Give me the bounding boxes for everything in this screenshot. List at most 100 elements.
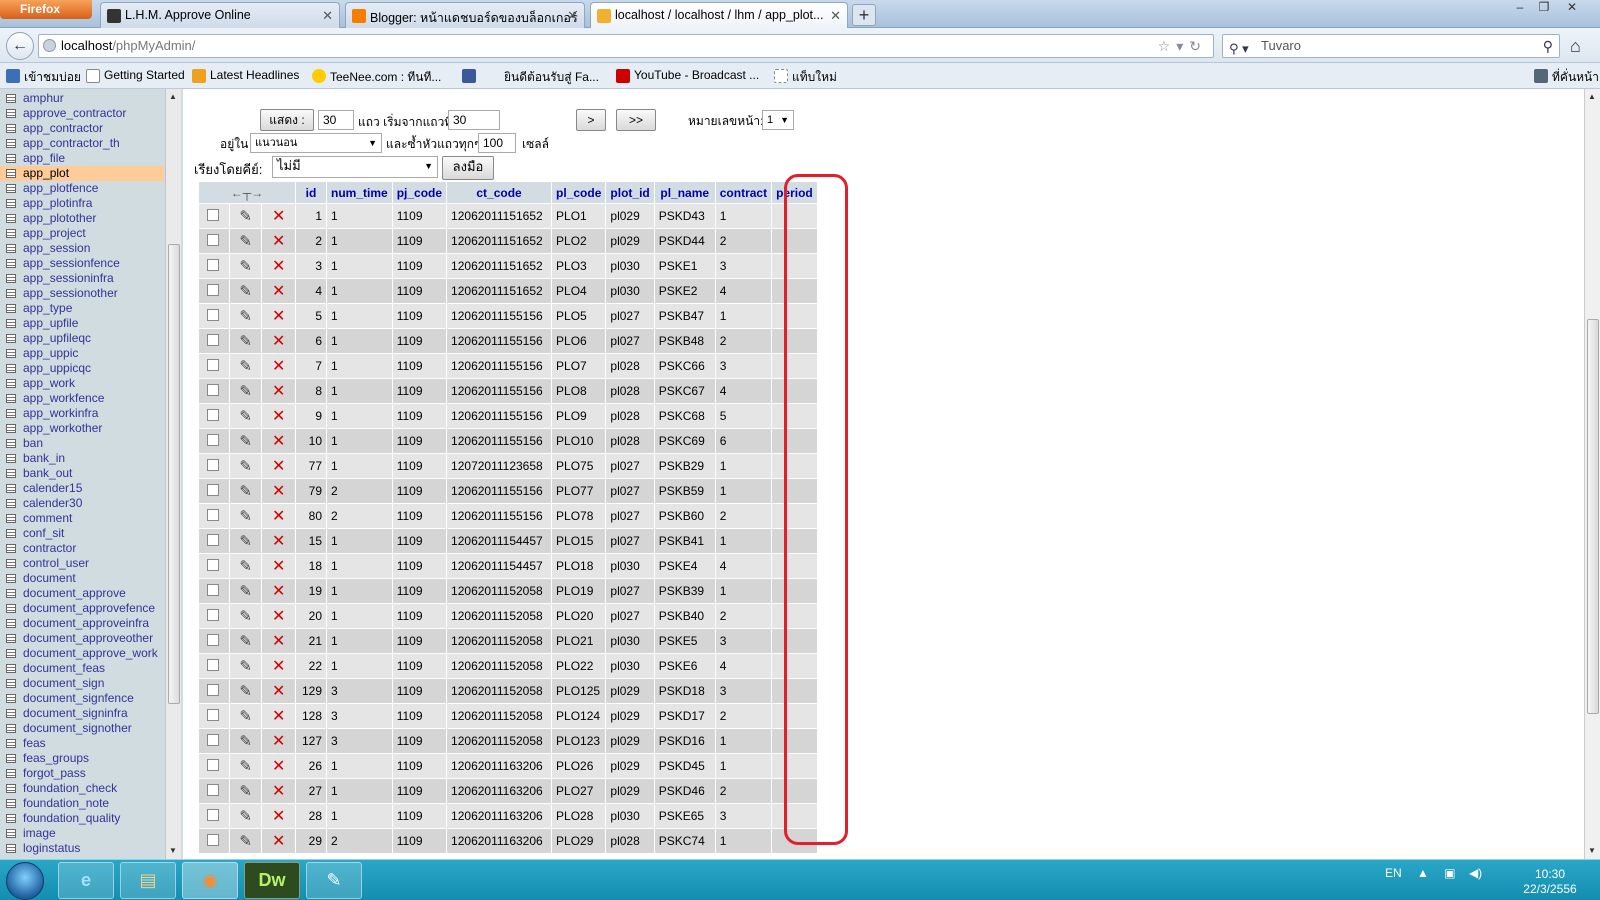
pencil-icon[interactable]: ✎: [239, 507, 252, 525]
sidebar-item-app-session[interactable]: app_session: [0, 241, 164, 256]
table-icon[interactable]: [6, 694, 16, 703]
sidebar-item-app-work[interactable]: app_work: [0, 376, 164, 391]
language-indicator[interactable]: EN: [1385, 866, 1402, 880]
row-checkbox[interactable]: [207, 283, 219, 296]
url-bar[interactable]: localhost/phpMyAdmin/ ☆▾↻: [38, 34, 1214, 58]
delete-icon[interactable]: ✕: [272, 756, 285, 776]
next-page-button[interactable]: >: [576, 109, 606, 131]
table-icon[interactable]: [6, 709, 16, 718]
sidebar-item-document-approveinfra[interactable]: document_approveinfra: [0, 616, 164, 631]
bookmark-most-visited[interactable]: เข้าชมบ่อย: [6, 68, 81, 84]
sidebar-item-document[interactable]: document: [0, 571, 164, 586]
column-header-pl-code[interactable]: pl_code: [552, 182, 606, 203]
sidebar-item-app-uppicqc[interactable]: app_uppicqc: [0, 361, 164, 376]
scroll-down-icon[interactable]: ▼: [1588, 846, 1596, 855]
delete-icon[interactable]: ✕: [272, 281, 285, 301]
pencil-icon[interactable]: ✎: [239, 582, 252, 600]
clock[interactable]: 10:30 22/3/2556: [1510, 867, 1590, 897]
table-icon[interactable]: [6, 244, 16, 253]
sidebar-item-conf-sit[interactable]: conf_sit: [0, 526, 164, 541]
table-icon[interactable]: [6, 259, 16, 268]
pencil-icon[interactable]: ✎: [239, 457, 252, 475]
sidebar-item-document-approveother[interactable]: document_approveother: [0, 631, 164, 646]
column-header-plot-id[interactable]: plot_id: [606, 182, 654, 203]
pencil-icon[interactable]: ✎: [239, 407, 252, 425]
new-tab-button[interactable]: +: [852, 4, 876, 26]
delete-icon[interactable]: ✕: [272, 456, 285, 476]
dreamweaver-icon[interactable]: Dw: [244, 862, 300, 899]
sidebar-item-app-project[interactable]: app_project: [0, 226, 164, 241]
search-engine-icon[interactable]: ⚲ ▾: [1229, 38, 1249, 60]
main-scrollbar[interactable]: ▲ ▼: [1584, 89, 1600, 859]
row-checkbox[interactable]: [207, 758, 219, 771]
row-checkbox[interactable]: [207, 608, 219, 621]
search-icon[interactable]: ⚲: [1543, 35, 1553, 57]
sidebar-item-app-sessionfence[interactable]: app_sessionfence: [0, 256, 164, 271]
sidebar-item-foundation-check[interactable]: foundation_check: [0, 781, 164, 796]
internet-explorer-icon[interactable]: e: [58, 862, 114, 899]
network-icon[interactable]: ▣: [1444, 866, 1455, 880]
close-icon[interactable]: ✕: [322, 8, 333, 24]
table-icon[interactable]: [6, 424, 16, 433]
sidebar-item-comment[interactable]: comment: [0, 511, 164, 526]
table-icon[interactable]: [6, 214, 16, 223]
table-icon[interactable]: [6, 334, 16, 343]
table-icon[interactable]: [6, 409, 16, 418]
star-icon[interactable]: ☆: [1158, 38, 1177, 54]
row-checkbox[interactable]: [207, 683, 219, 696]
sidebar-item-app-plotinfra[interactable]: app_plotinfra: [0, 196, 164, 211]
table-icon[interactable]: [6, 154, 16, 163]
sidebar-item-app-contractor-th[interactable]: app_contractor_th: [0, 136, 164, 151]
delete-icon[interactable]: ✕: [272, 381, 285, 401]
delete-icon[interactable]: ✕: [272, 681, 285, 701]
delete-icon[interactable]: ✕: [272, 831, 285, 851]
delete-icon[interactable]: ✕: [272, 331, 285, 351]
pencil-icon[interactable]: ✎: [239, 332, 252, 350]
table-icon[interactable]: [6, 589, 16, 598]
row-checkbox[interactable]: [207, 408, 219, 421]
delete-icon[interactable]: ✕: [272, 806, 285, 826]
table-icon[interactable]: [6, 604, 16, 613]
row-checkbox[interactable]: [207, 458, 219, 471]
volume-icon[interactable]: ◀): [1469, 866, 1482, 880]
sidebar-item-app-plot[interactable]: app_plot: [0, 166, 164, 181]
rows-input[interactable]: 30: [318, 110, 354, 130]
sidebar-item-calender15[interactable]: calender15: [0, 481, 164, 496]
sidebar-item-app-type[interactable]: app_type: [0, 301, 164, 316]
table-icon[interactable]: [6, 139, 16, 148]
table-icon[interactable]: [6, 679, 16, 688]
sort-key-select[interactable]: ไม่มี ▼: [272, 156, 438, 178]
sidebar-item-app-sessioninfra[interactable]: app_sessioninfra: [0, 271, 164, 286]
table-icon[interactable]: [6, 454, 16, 463]
delete-icon[interactable]: ✕: [272, 656, 285, 676]
back-button[interactable]: ←: [6, 32, 34, 60]
pencil-icon[interactable]: ✎: [239, 557, 252, 575]
bookmark-teenee[interactable]: TeeNee.com : ทีนที...: [312, 68, 441, 84]
sidebar-item-document-sign[interactable]: document_sign: [0, 676, 164, 691]
column-header-id[interactable]: id: [296, 182, 326, 203]
row-checkbox[interactable]: [207, 358, 219, 371]
sidebar-item-forgot-pass[interactable]: forgot_pass: [0, 766, 164, 781]
sidebar-item-app-uppic[interactable]: app_uppic: [0, 346, 164, 361]
table-icon[interactable]: [6, 289, 16, 298]
sidebar-item-loginstatus[interactable]: loginstatus: [0, 841, 164, 856]
pencil-icon[interactable]: ✎: [239, 657, 252, 675]
pencil-icon[interactable]: ✎: [239, 307, 252, 325]
sidebar-item-app-workfence[interactable]: app_workfence: [0, 391, 164, 406]
delete-icon[interactable]: ✕: [272, 206, 285, 226]
home-icon[interactable]: ⌂: [1570, 36, 1581, 57]
reload-icon[interactable]: ↻: [1189, 38, 1207, 54]
file-explorer-icon[interactable]: ▤: [120, 862, 176, 899]
page-number-select[interactable]: 1 ▼: [762, 110, 794, 130]
table-icon[interactable]: [6, 559, 16, 568]
sidebar-item-app-file[interactable]: app_file: [0, 151, 164, 166]
pencil-icon[interactable]: ✎: [239, 357, 252, 375]
row-checkbox[interactable]: [207, 333, 219, 346]
table-icon[interactable]: [6, 829, 16, 838]
sidebar-item-foundation-quality[interactable]: foundation_quality: [0, 811, 164, 826]
delete-icon[interactable]: ✕: [272, 531, 285, 551]
chevron-down-icon[interactable]: ▾: [1176, 38, 1189, 54]
sidebar-item-calender30[interactable]: calender30: [0, 496, 164, 511]
sidebar-scroll-thumb[interactable]: [168, 244, 180, 704]
bookmark-welcome-fa[interactable]: ยินดีต้อนรับสู่ Fa...: [486, 68, 599, 84]
